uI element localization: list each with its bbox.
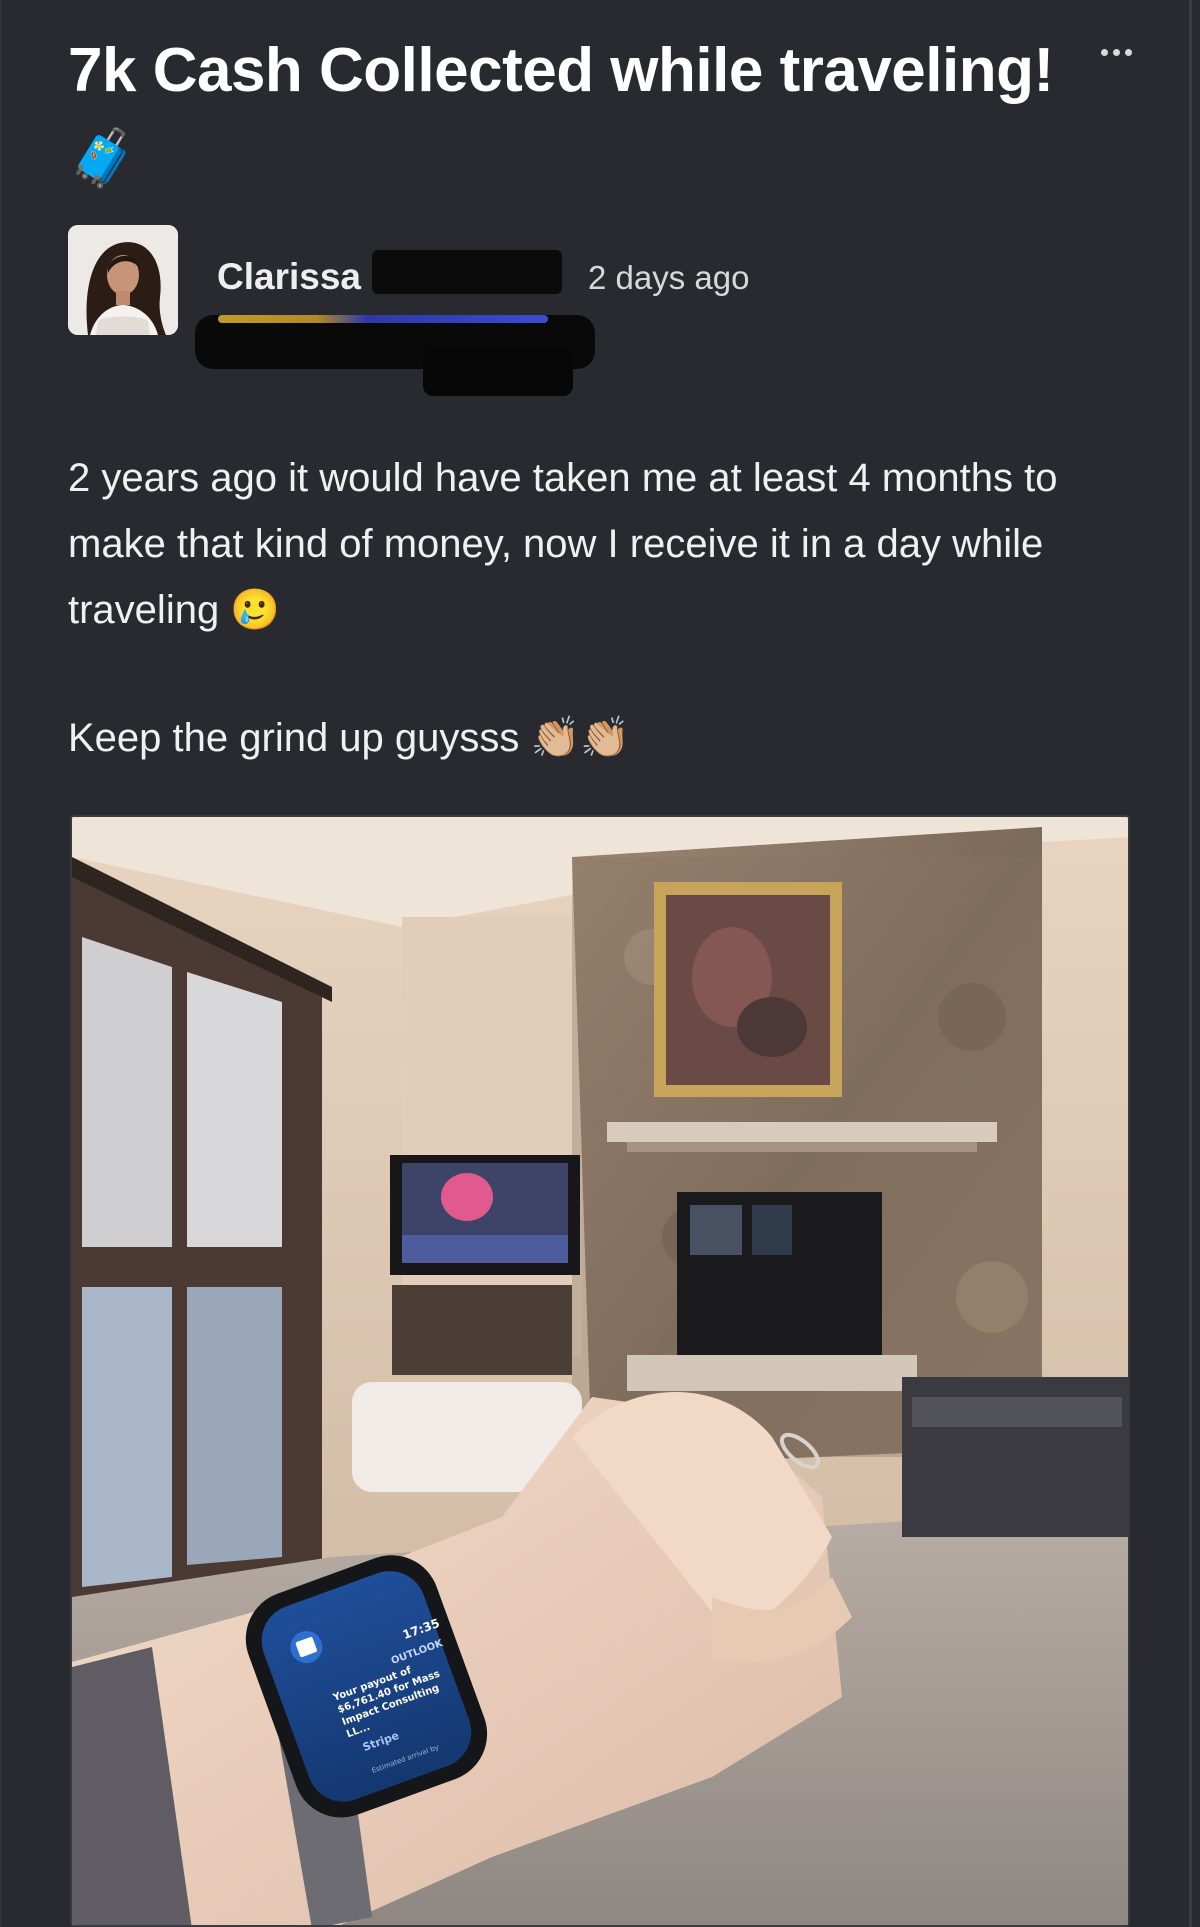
post-timestamp: 2 days ago <box>588 259 750 296</box>
post-title[interactable]: 7k Cash Collected while traveling! 🧳 <box>68 30 1068 195</box>
living-room-photo <box>72 817 1128 1925</box>
badge-stripe <box>218 315 548 323</box>
tear-smile-emoji: 🥲 <box>230 588 281 632</box>
clap-emoji: 👏🏼👏🏼 <box>530 716 631 760</box>
post-image[interactable]: 17:35 OUTLOOK Your payout of $6,761.40 f… <box>70 815 1130 1927</box>
redacted-badge-extra <box>423 348 573 396</box>
post-paragraph-text: Keep the grind up guysss <box>68 716 520 760</box>
avatar-image <box>68 225 178 335</box>
author-avatar[interactable] <box>68 225 178 335</box>
post-body: 2 years ago it would have taken me at le… <box>68 445 1118 771</box>
post-title-text: 7k Cash Collected while traveling! <box>68 36 1054 105</box>
author-name[interactable]: Clarissa <box>217 256 361 298</box>
post-paragraph-text: 2 years ago it would have taken me at le… <box>68 456 1058 632</box>
more-horizontal-icon <box>1100 48 1108 56</box>
more-dot <box>1124 48 1132 56</box>
luggage-emoji: 🧳 <box>68 125 138 189</box>
redacted-surname <box>372 250 562 294</box>
more-options-button[interactable] <box>1095 40 1137 64</box>
post-paragraph: Keep the grind up guysss 👏🏼👏🏼 <box>68 705 1118 771</box>
post-paragraph: 2 years ago it would have taken me at le… <box>68 445 1118 643</box>
more-dot <box>1112 48 1120 56</box>
